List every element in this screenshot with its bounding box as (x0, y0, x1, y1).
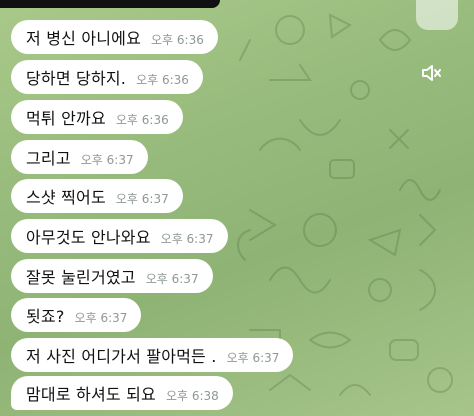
message-time: 오후 6:37 (115, 192, 169, 206)
message-text: 아무것도 안나와요 (26, 228, 151, 247)
message-time: 오후 6:37 (74, 311, 128, 325)
message-bubble[interactable]: 저 사진 어디가서 팔아먹든 . 오후 6:37 (11, 338, 294, 372)
message-time: 오후 6:37 (80, 153, 134, 167)
scroll-panel (416, 0, 458, 30)
message-text: 스샷 찍어도 (26, 188, 106, 207)
message-time: 오후 6:37 (226, 351, 280, 365)
message-text: 저 사진 어디가서 팔아먹든 . (26, 347, 217, 366)
message-time: 오후 6:36 (151, 33, 204, 47)
message-text: 먹튀 안까요 (26, 109, 106, 128)
message-text: 저 병신 아니에요 (26, 29, 142, 48)
message-time: 오후 6:38 (165, 389, 219, 403)
message-text: 됫죠? (26, 307, 65, 326)
message-bubble[interactable]: 저 병신 아니에요 오후 6:36 (11, 20, 218, 54)
message-text: 당하면 당하지. (26, 69, 127, 88)
message-time: 오후 6:37 (160, 232, 214, 246)
message-text: 맘대로 하셔도 되요 (26, 385, 156, 404)
message-bubble[interactable]: 됫죠? 오후 6:37 (11, 298, 142, 332)
message-bubble[interactable]: 스샷 찍어도 오후 6:37 (11, 179, 183, 213)
message-time: 오후 6:36 (136, 73, 189, 87)
message-text: 잘못 눌린거였고 (26, 268, 136, 287)
message-time: 오후 6:36 (115, 113, 169, 127)
mute-button[interactable] (414, 55, 450, 91)
message-time: 오후 6:37 (145, 272, 199, 286)
top-bar (0, 0, 220, 8)
message-bubble[interactable]: 먹튀 안까요 오후 6:36 (11, 100, 183, 134)
message-bubble[interactable]: 아무것도 안나와요 오후 6:37 (11, 219, 228, 253)
message-bubble[interactable]: 그리고 오후 6:37 (11, 140, 148, 174)
muted-speaker-icon (422, 65, 441, 81)
message-bubble[interactable]: 당하면 당하지. 오후 6:36 (11, 60, 203, 94)
message-bubble[interactable]: 잘못 눌린거였고 오후 6:37 (11, 259, 213, 293)
message-bubble[interactable]: 맘대로 하셔도 되요 오후 6:38 (11, 376, 233, 410)
message-text: 그리고 (26, 149, 71, 168)
